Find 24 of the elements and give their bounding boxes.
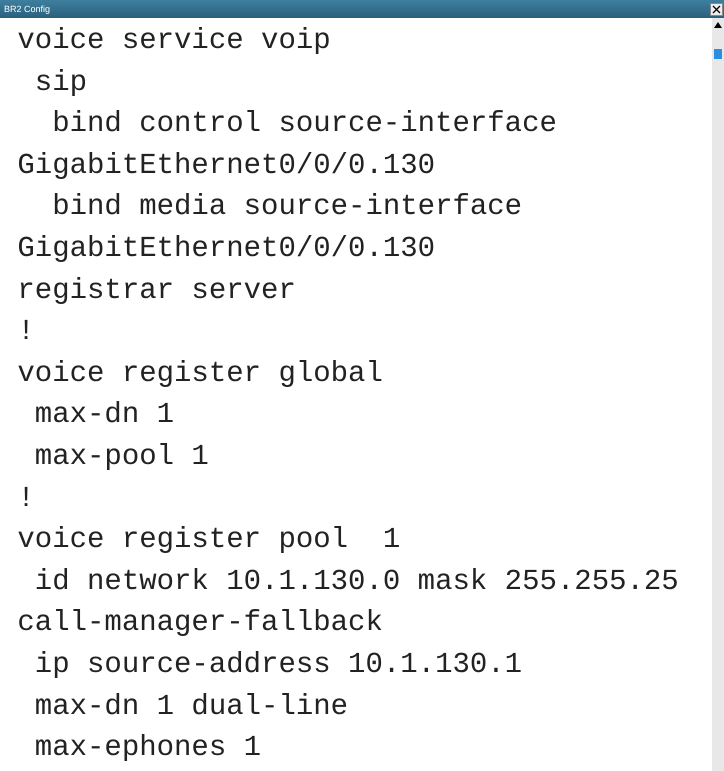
config-line: GigabitEthernet0/0/0.130 bbox=[16, 230, 436, 267]
close-button[interactable] bbox=[710, 2, 723, 16]
config-line: ip source-address 10.1.130.1 bbox=[34, 646, 524, 683]
config-line: voice register global bbox=[16, 356, 384, 392]
window-title: BR2 Config bbox=[4, 4, 50, 14]
config-line: max-dn 1 dual-line bbox=[34, 688, 350, 724]
config-line: bind media source-interface bbox=[51, 189, 524, 226]
config-line: GigabitEthernet0/0/0.130 bbox=[16, 148, 436, 184]
config-line: voice service voip bbox=[16, 23, 332, 59]
config-line: voice register pool 1 bbox=[16, 522, 402, 558]
config-line: bind control source-interface bbox=[51, 106, 558, 142]
config-line: id network 10.1.130.0 mask 255.255.25 bbox=[34, 564, 680, 600]
scrollbar[interactable] bbox=[712, 18, 724, 771]
config-line: max-dn 1 bbox=[34, 397, 176, 434]
config-line: max-ephones 1 bbox=[34, 730, 262, 766]
config-line: max-pool 1 bbox=[34, 438, 210, 475]
config-line: ! bbox=[16, 480, 36, 517]
config-line: sip bbox=[34, 64, 88, 101]
scroll-thumb[interactable] bbox=[714, 49, 722, 59]
config-line: call-manager-fallback bbox=[16, 605, 384, 642]
close-icon bbox=[712, 4, 721, 14]
config-line: ! bbox=[16, 314, 36, 350]
scroll-up-icon[interactable] bbox=[713, 21, 723, 29]
config-line: registrar server bbox=[16, 272, 297, 309]
